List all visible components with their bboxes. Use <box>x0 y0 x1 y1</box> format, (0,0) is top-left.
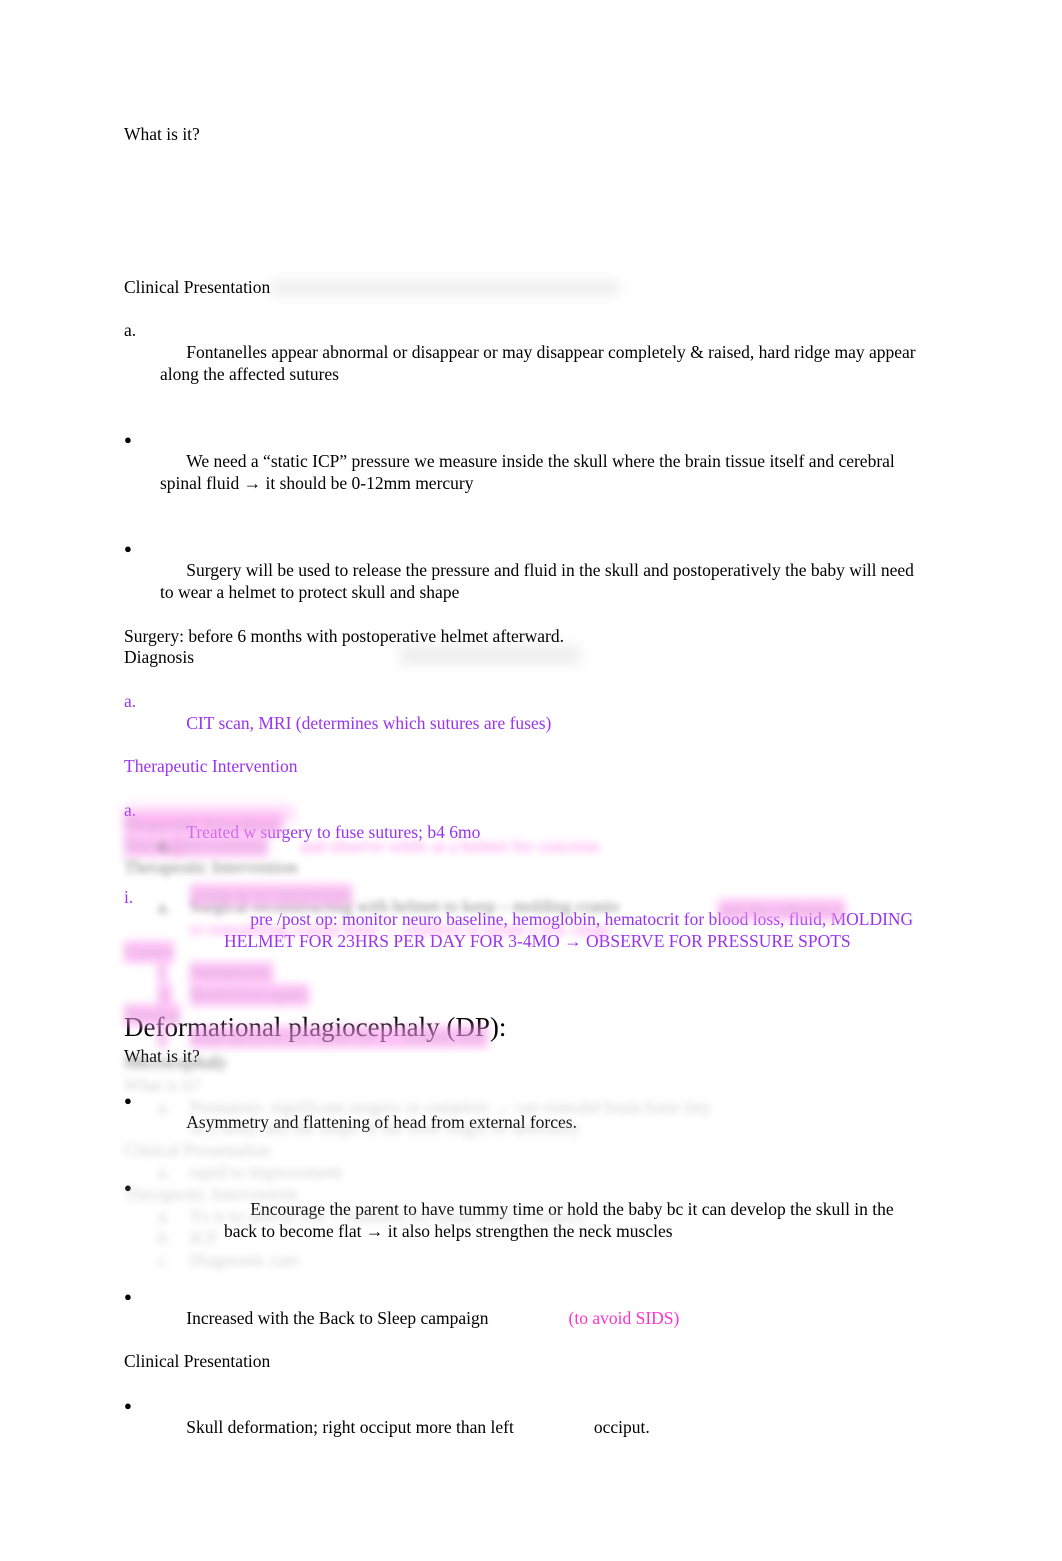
list-item-text: Fontanelles appear abnormal or disappear… <box>160 342 920 384</box>
list-item-text: CIT scan, MRI (determines which sutures … <box>186 712 552 733</box>
bullet-icon: ● <box>124 1180 132 1196</box>
list-marker: a. <box>124 799 137 820</box>
list-subitem-text: Encourage the parent to have tummy time … <box>224 1198 899 1241</box>
sids-note: (to avoid SIDS) <box>568 1307 680 1328</box>
top-blank-space <box>124 146 924 277</box>
list-subitem: ● Encourage the parent to have tummy tim… <box>124 1155 924 1264</box>
bullet-icon: ● <box>124 1289 132 1305</box>
list-item-text: Treated w surgery to fuse sutures; b4 6m… <box>186 821 481 842</box>
dp-what-is-it: What is it? <box>124 1046 200 1067</box>
heading-therapeutic-intervention-1: Therapeutic Intervention <box>124 756 298 777</box>
list-item: a. Treated w surgery to fuse sutures; b4… <box>124 778 924 865</box>
document-page: What is it? Clinical Presentation a. Fon… <box>0 0 1062 1561</box>
bullet-icon: ● <box>124 1398 132 1414</box>
list-item-back-to-sleep: ● Increased with the Back to Sleep campa… <box>124 1264 924 1351</box>
list-item: a. Fontanelles appear abnormal or disapp… <box>124 299 924 408</box>
list-subitem-text: pre /post op: monitor neuro baseline, he… <box>224 908 918 951</box>
list-item: ● Asymmetry and flattening of head from … <box>124 1068 924 1155</box>
list-marker: i. <box>124 887 134 908</box>
list-item-text-tail: occiput. <box>593 1416 650 1437</box>
list-item: ● Skull deformation; right occiput more … <box>124 1373 924 1460</box>
surgery-note: Surgery: before 6 months with postoperat… <box>124 625 564 646</box>
list-item-text: Asymmetry and flattening of head from ex… <box>186 1111 577 1132</box>
document-body: What is it? Clinical Presentation a. Fon… <box>124 124 924 1460</box>
heading-diagnosis-1: Diagnosis <box>124 647 194 668</box>
top-what-is-it: What is it? <box>124 124 200 144</box>
bullet-icon: ● <box>124 1092 132 1108</box>
list-item-text: Surgery will be used to release the pres… <box>160 560 919 602</box>
bullet-icon: ● <box>124 541 132 557</box>
heading-clinical-presentation-1: Clinical Presentation <box>124 276 271 297</box>
heading-clinical-presentation-2: Clinical Presentation <box>124 1351 271 1372</box>
list-item: a. CIT scan, MRI (determines which sutur… <box>124 669 924 756</box>
list-subitem: i. pre /post op: monitor neuro baseline,… <box>124 865 924 974</box>
list-item: ● Surgery will be used to release the pr… <box>124 517 924 626</box>
list-item-text: Increased with the Back to Sleep campaig… <box>186 1307 489 1328</box>
list-marker: a. <box>124 320 137 341</box>
list-item-text: We need a “static ICP” pressure we measu… <box>160 451 900 493</box>
list-item: ● We need a “static ICP” pressure we mea… <box>124 408 924 517</box>
bullet-icon: ● <box>124 432 132 448</box>
list-item-text: Skull deformation; right occiput more th… <box>186 1416 514 1437</box>
list-marker: a. <box>124 690 137 711</box>
page-title-dp: Deformational plagiocephaly (DP): <box>124 1012 507 1043</box>
